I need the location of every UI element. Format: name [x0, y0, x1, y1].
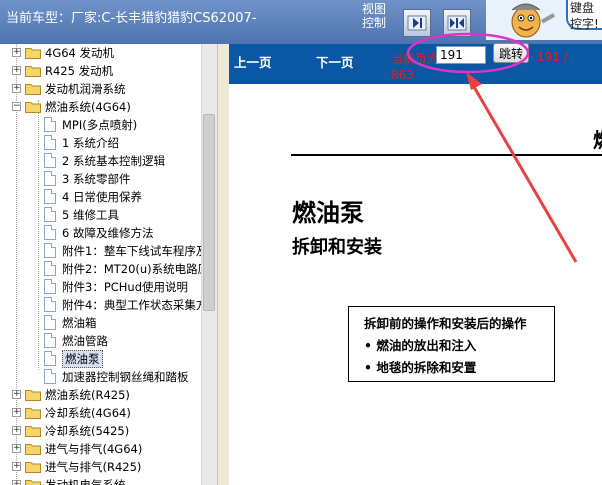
document-subtitle: 拆卸和安装	[292, 237, 382, 258]
document-icon	[44, 189, 56, 204]
expand-icon[interactable]: +	[12, 426, 21, 435]
folder-icon	[25, 462, 41, 473]
tree-label: 附件2：MT20(u)系统电路原	[62, 262, 201, 276]
document-icon	[44, 315, 56, 330]
tree-label: 1 系统介绍	[62, 136, 119, 150]
tree-label: 4 日常使用保养	[62, 190, 142, 204]
folder-icon	[25, 48, 41, 59]
tree-label: 燃油箱	[62, 316, 97, 330]
document-icon	[44, 225, 56, 240]
double-arrow-icon	[447, 15, 467, 31]
tree-label: MPI(多点喷射)	[62, 118, 138, 132]
prev-page-link[interactable]: 上一页	[234, 52, 272, 71]
expand-icon[interactable]: +	[12, 462, 21, 471]
page-number-input[interactable]	[436, 46, 486, 64]
procedure-item: • 燃油的放出和注入	[364, 338, 477, 353]
document-icon	[44, 351, 56, 366]
expand-icon[interactable]: +	[12, 408, 21, 417]
tree-label: R425 发动机	[45, 64, 114, 78]
tree-label: 4G64 发动机	[45, 46, 115, 60]
document-icon	[44, 117, 56, 132]
tree-label: 燃油系统(4G64)	[45, 100, 131, 114]
mascot-icon	[511, 3, 556, 38]
tree-label: 附件4：典型工作状态采集方	[62, 298, 201, 312]
expand-icon[interactable]: +	[12, 84, 21, 93]
page-total-count: 863	[391, 68, 414, 82]
document-title: 燃油泵	[292, 198, 364, 227]
car-model-label: 当前车型：厂家:C-长丰猎豹猎豹CS62007-	[6, 11, 257, 26]
folder-icon	[25, 408, 41, 419]
expand-icon[interactable]: +	[12, 390, 21, 399]
document-icon	[44, 261, 56, 276]
tree-label: 附件3：PCHud使用说明	[62, 280, 189, 294]
tree-label: 进气与排气(R425)	[45, 460, 142, 474]
document-icon	[44, 135, 56, 150]
tree-label: 6 故障及维修方法	[62, 226, 154, 240]
document-icon	[44, 207, 56, 222]
tree-label: 2 系统基本控制逻辑	[62, 154, 165, 168]
document-icon	[44, 153, 56, 168]
folder-icon	[25, 444, 41, 455]
current-page-label: 当前页为	[391, 52, 440, 66]
expand-icon[interactable]: +	[12, 480, 21, 485]
folder-icon	[25, 390, 41, 401]
folder-icon	[25, 426, 41, 437]
expand-icon[interactable]: +	[12, 66, 21, 75]
panel-splitter[interactable]	[217, 44, 229, 485]
expand-icon[interactable]: +	[12, 444, 21, 453]
tree-label: 进气与排气(4G64)	[45, 442, 143, 456]
chapter-tree: +4G64 发动机 + R425 发动机 + 发动机润滑系统 − 燃油系统(4G64) MPI…	[0, 44, 201, 485]
tree-label: 5 维修工具	[62, 208, 119, 222]
tree-label: 附件1：整车下线试车程序及	[62, 244, 201, 258]
document-icon	[44, 369, 56, 384]
tree-label: 燃油系统(R425)	[45, 388, 130, 402]
folder-icon	[25, 480, 41, 485]
ad-text: 键盘控字!	[570, 1, 599, 31]
tree-label: 冷却系统(4G64)	[45, 406, 131, 420]
document-icon	[44, 333, 56, 348]
view-control-label: 视图控制	[362, 2, 387, 30]
page-total: 191 /	[537, 50, 568, 64]
folder-icon	[25, 102, 41, 113]
folder-icon	[25, 84, 41, 95]
document-icon	[44, 297, 56, 312]
collapse-icon[interactable]: −	[12, 102, 21, 111]
tree-guide-line	[38, 100, 39, 370]
document-header-text: 燃	[593, 124, 602, 153]
tree-label: 燃油泵	[62, 350, 103, 368]
view-prev-button[interactable]	[403, 9, 431, 37]
expand-icon[interactable]: +	[12, 48, 21, 57]
next-page-link[interactable]: 下一页	[316, 52, 354, 71]
document-page	[229, 84, 602, 485]
tree-label: 3 系统零部件	[62, 172, 131, 186]
arrow-right-bar-icon	[407, 15, 427, 31]
tree-scroll-thumb[interactable]	[203, 114, 215, 311]
procedure-item: • 地毯的拆除和安置	[364, 360, 477, 375]
tree-label: 燃油管路	[62, 334, 108, 348]
folder-icon	[25, 66, 41, 77]
document-rule	[291, 154, 602, 156]
view-next-button[interactable]	[443, 9, 471, 37]
tree-label: 发动机润滑系统	[45, 82, 126, 96]
tree-label: 发动机电气系统	[45, 478, 126, 485]
document-icon	[44, 243, 56, 258]
document-icon	[44, 279, 56, 294]
document-icon	[44, 171, 56, 186]
tree-label: 冷却系统(5425)	[45, 424, 130, 438]
jump-button[interactable]: 跳转	[493, 43, 529, 63]
tree-label: 加速器控制钢丝绳和踏板	[62, 370, 189, 384]
procedure-box-title: 拆卸前的操作和安装后的操作	[364, 316, 527, 331]
